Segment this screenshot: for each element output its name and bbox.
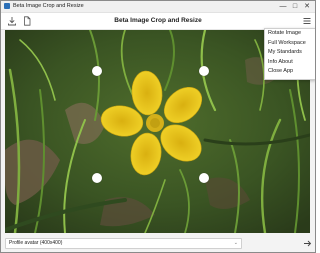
app-heading: Beta Image Crop and Resize xyxy=(114,17,202,24)
hamburger-menu-icon[interactable] xyxy=(302,16,312,26)
window-controls: — □ ✕ xyxy=(277,1,313,12)
close-button[interactable]: ✕ xyxy=(301,1,313,12)
menu-item-close-app[interactable]: Close App xyxy=(265,67,315,77)
minimize-button[interactable]: — xyxy=(277,1,289,12)
crop-handle-bottom-right[interactable] xyxy=(199,173,209,183)
chevron-down-icon: ⌄ xyxy=(233,240,238,246)
size-preset-value: Profile avatar (400x400) xyxy=(9,240,63,246)
crop-handle-bottom-left[interactable] xyxy=(92,173,102,183)
crop-handle-top-right[interactable] xyxy=(199,66,209,76)
app-icon xyxy=(4,3,10,9)
next-button[interactable] xyxy=(301,237,313,249)
maximize-button[interactable]: □ xyxy=(289,1,301,12)
window-title: Beta Image Crop and Resize xyxy=(13,3,84,9)
menu-item-info-about[interactable]: Info About xyxy=(265,58,315,68)
menu-item-rotate-image[interactable]: Rotate Image xyxy=(265,29,315,39)
app-window: Beta Image Crop and Resize — □ ✕ Beta Im… xyxy=(0,0,316,253)
status-bar: Profile avatar (400x400) ⌄ xyxy=(1,235,315,252)
dropdown-menu: Rotate Image Full Workspace My Standards… xyxy=(264,28,315,80)
arrow-right-icon xyxy=(303,240,311,246)
crop-handle-top-left[interactable] xyxy=(92,66,102,76)
menu-item-my-standards[interactable]: My Standards xyxy=(265,48,315,58)
title-bar: Beta Image Crop and Resize — □ ✕ xyxy=(1,1,315,13)
menu-item-full-workspace[interactable]: Full Workspace xyxy=(265,39,315,49)
size-preset-select[interactable]: Profile avatar (400x400) ⌄ xyxy=(5,238,242,249)
